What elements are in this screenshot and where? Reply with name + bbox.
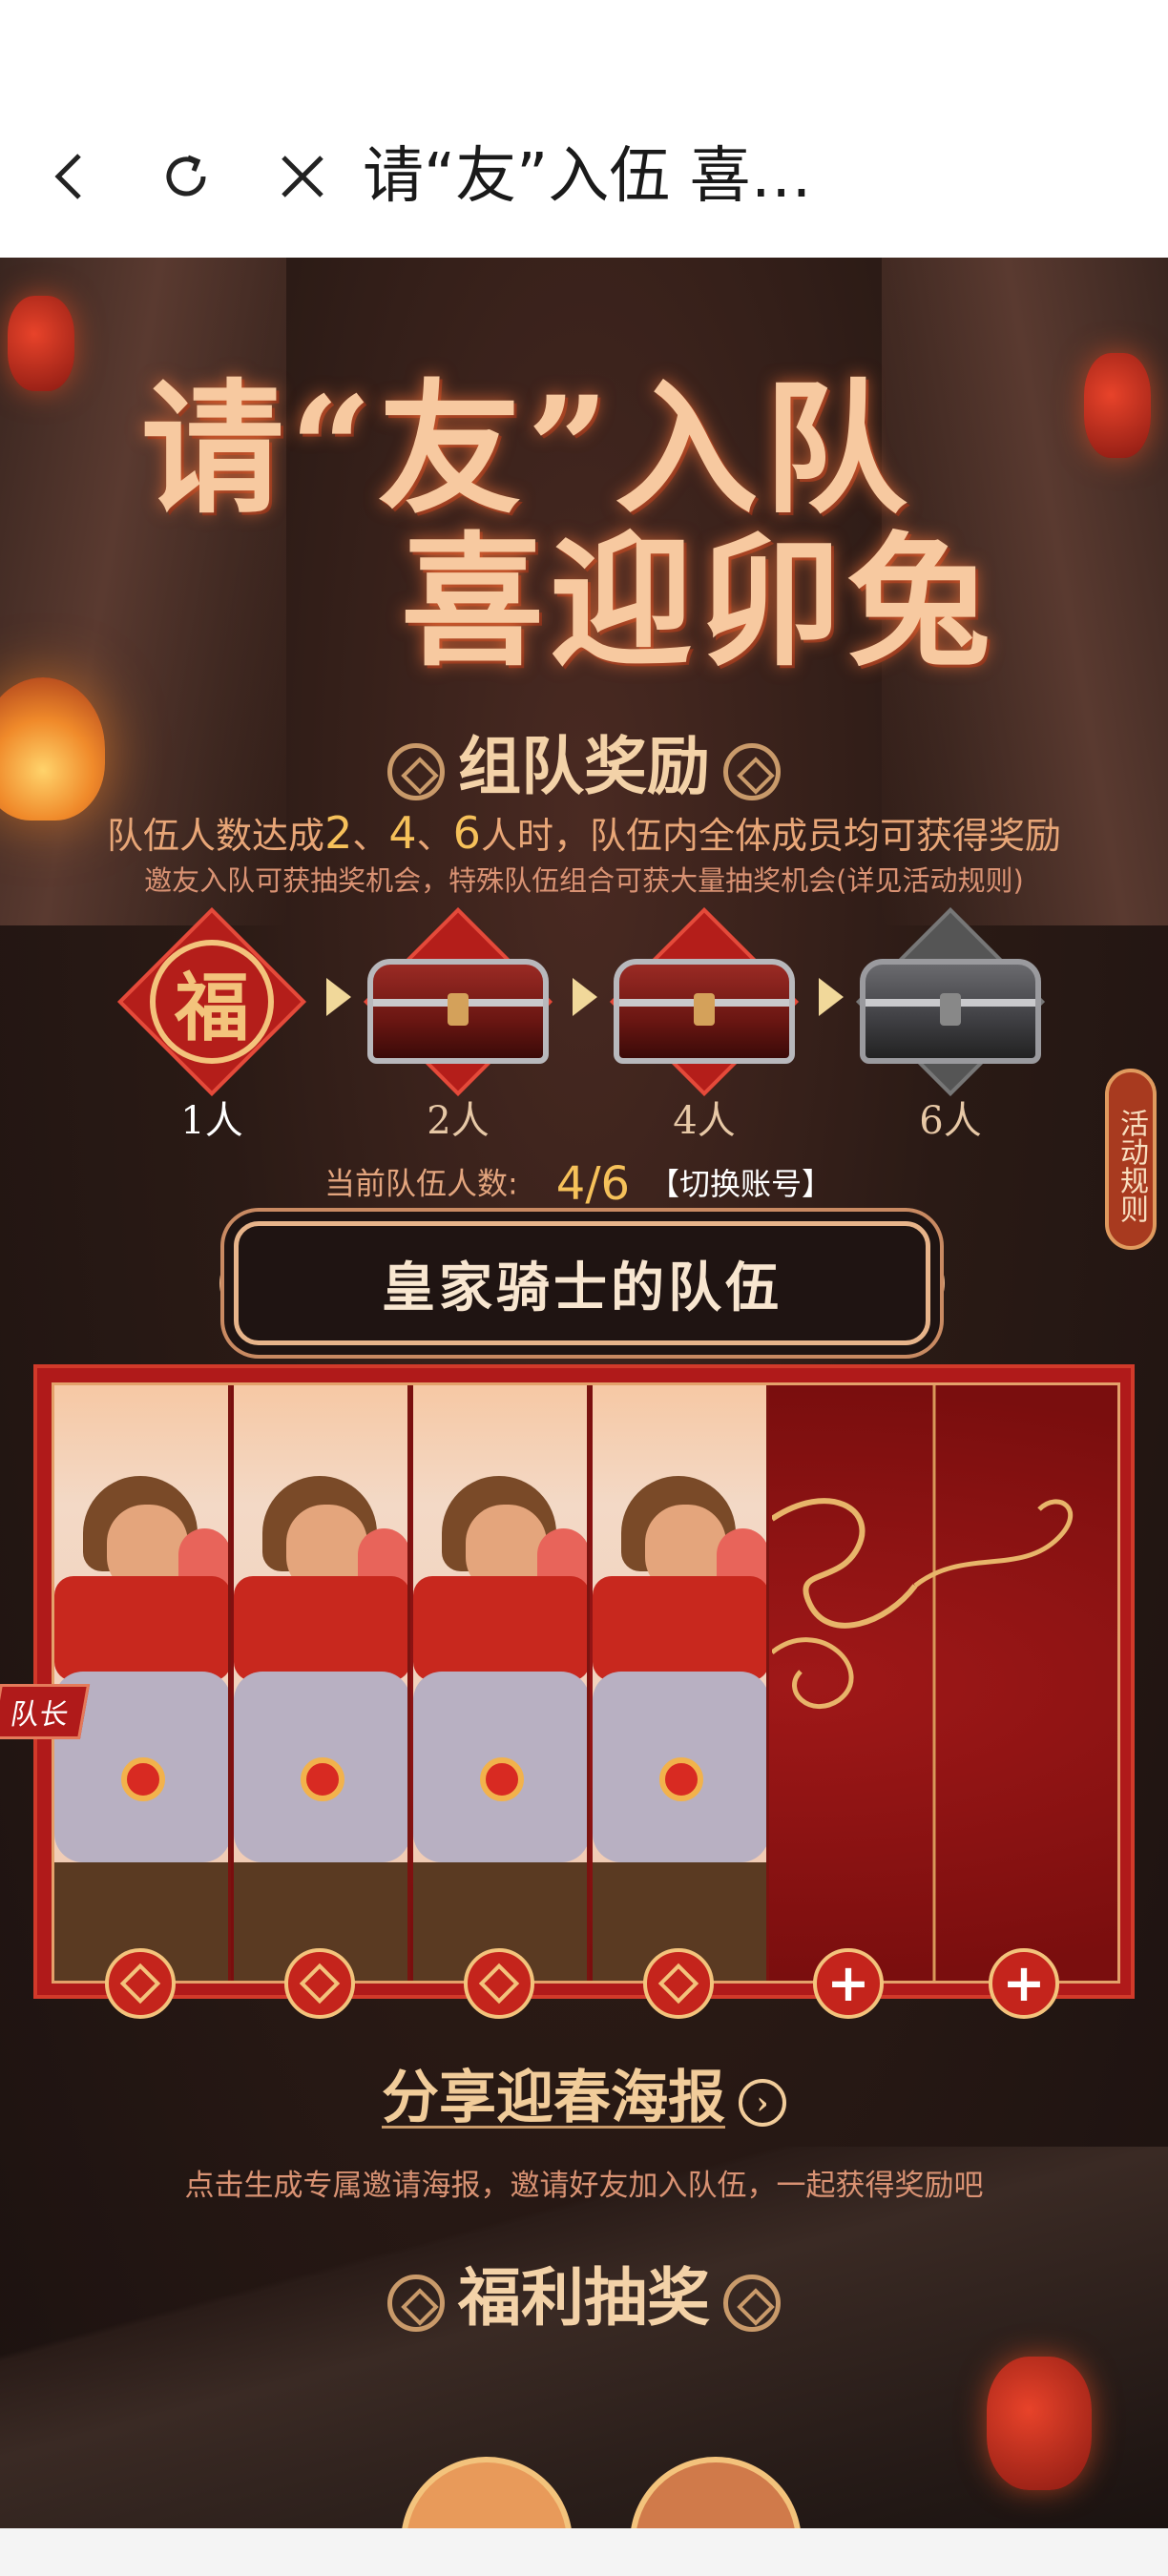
milestone-label: 6人 bbox=[919, 1099, 982, 1143]
red-chest-icon bbox=[367, 959, 549, 1064]
chevron-right-icon bbox=[326, 978, 351, 1016]
team-slots bbox=[52, 1382, 1120, 1984]
hero-title-line2: 喜迎卯兔 bbox=[400, 518, 996, 686]
coin-ornament-icon bbox=[387, 743, 445, 800]
team-reward-subtext: 邀友入队可获抽奖机会，特殊队伍组合可获大量抽奖机会(详见活动规则) bbox=[144, 864, 1024, 897]
red-chest-icon bbox=[614, 959, 795, 1064]
page-title: 请“友”入伍 喜… bbox=[363, 141, 812, 212]
member-scarf bbox=[593, 1576, 766, 1681]
member-gem bbox=[659, 1757, 703, 1801]
empty-slots-area[interactable] bbox=[770, 1385, 1120, 1981]
slot-coin-button-4[interactable] bbox=[643, 1948, 714, 2019]
add-member-button-6[interactable]: + bbox=[989, 1948, 1059, 2019]
coin-ornament-icon bbox=[723, 2275, 781, 2332]
browser-top-bar: 请“友”入伍 喜… bbox=[0, 0, 1168, 258]
fu-badge-icon: 福 bbox=[150, 940, 274, 1064]
milestone-6[interactable]: 6人 bbox=[855, 907, 1046, 1145]
member-gem bbox=[121, 1757, 165, 1801]
close-button[interactable] bbox=[260, 134, 345, 219]
team-count-value: 4/6 bbox=[555, 1156, 631, 1211]
reward-threshold-6: 6 bbox=[452, 807, 481, 859]
lottery-heading: 福利抽奖 bbox=[0, 2247, 1168, 2338]
milestone-label: 4人 bbox=[673, 1099, 736, 1143]
add-member-button-5[interactable]: + bbox=[813, 1948, 884, 2019]
slot-coin-button-1[interactable] bbox=[105, 1948, 176, 2019]
reward-desc-suffix: 人时，队伍内全体成员均可获得奖励 bbox=[480, 815, 1061, 857]
reward-separator: 、 bbox=[416, 815, 453, 857]
milestone-1[interactable]: 福 1人 bbox=[116, 907, 307, 1145]
coin-ornament-icon bbox=[723, 743, 781, 800]
reward-threshold-2: 2 bbox=[324, 807, 353, 859]
member-slot-4[interactable] bbox=[593, 1385, 769, 1981]
team-members-panel bbox=[33, 1364, 1135, 1999]
coin-icon bbox=[299, 1963, 341, 2005]
team-reward-description: 队伍人数达成2、4、6人时，队伍内全体成员均可获得奖励 bbox=[0, 806, 1168, 859]
lottery-items-preview bbox=[401, 2457, 821, 2528]
share-underline bbox=[382, 2126, 725, 2129]
milestone-label: 1人 bbox=[180, 1099, 243, 1143]
silver-chest-icon bbox=[860, 959, 1041, 1064]
slot-coin-button-3[interactable] bbox=[464, 1948, 534, 2019]
reward-desc-prefix: 队伍人数达成 bbox=[107, 815, 325, 857]
event-page: 请“友”入队 喜迎卯兔 组队奖励 队伍人数达成2、4、6人时，队伍内全体成员均可… bbox=[0, 258, 1168, 2528]
member-slot-3[interactable] bbox=[413, 1385, 590, 1981]
reload-icon bbox=[166, 155, 206, 197]
captain-tag: 队长 bbox=[0, 1684, 91, 1739]
coin-icon bbox=[119, 1963, 161, 2005]
bottom-bar bbox=[0, 2528, 1168, 2576]
reward-separator: 、 bbox=[352, 815, 389, 857]
member-gem bbox=[480, 1757, 524, 1801]
plus-icon: + bbox=[1002, 1953, 1046, 2013]
chevron-right-icon bbox=[573, 978, 597, 1016]
back-button[interactable] bbox=[29, 134, 115, 219]
back-arrow-icon bbox=[54, 154, 81, 199]
member-gem bbox=[301, 1757, 344, 1801]
team-name-banner: 皇家骑士的队伍 bbox=[234, 1221, 930, 1345]
member-scarf bbox=[234, 1576, 407, 1681]
reload-button[interactable] bbox=[143, 134, 229, 219]
lottery-item-icon[interactable] bbox=[630, 2457, 802, 2528]
share-poster-link[interactable]: 分享迎春海报 › bbox=[0, 2051, 1168, 2134]
share-poster-description: 点击生成专属邀请海报，邀请好友加入队伍，一起获得奖励吧 bbox=[184, 2169, 984, 2203]
milestone-4[interactable]: 4人 bbox=[609, 907, 800, 1145]
team-reward-title: 组队奖励 bbox=[458, 729, 710, 803]
chevron-right-icon bbox=[819, 978, 844, 1016]
lantern-icon bbox=[987, 2357, 1092, 2490]
team-name: 皇家骑士的队伍 bbox=[382, 1257, 782, 1319]
member-scarf bbox=[413, 1576, 587, 1681]
share-poster-title: 分享迎春海报 bbox=[382, 2065, 725, 2131]
plus-icon: + bbox=[826, 1953, 870, 2013]
switch-account-link[interactable]: 【切换账号】 bbox=[649, 1166, 832, 1202]
member-slot-1[interactable] bbox=[54, 1385, 231, 1981]
team-count-row: 当前队伍人数: 4/6 【切换账号】 bbox=[324, 1150, 832, 1216]
golden-cloud-ornament-icon bbox=[770, 1385, 1074, 1981]
reward-milestones: 福 1人 2人 4人 6人 bbox=[0, 907, 1168, 1154]
reward-threshold-4: 4 bbox=[388, 807, 417, 859]
member-scarf bbox=[54, 1576, 228, 1681]
milestone-label: 2人 bbox=[427, 1099, 490, 1143]
lottery-item-icon[interactable] bbox=[401, 2457, 573, 2528]
member-slot-2[interactable] bbox=[234, 1385, 410, 1981]
coin-icon bbox=[657, 1963, 699, 2005]
slot-coin-button-2[interactable] bbox=[284, 1948, 355, 2019]
coin-ornament-icon bbox=[387, 2275, 445, 2332]
team-reward-heading: 组队奖励 bbox=[0, 716, 1168, 807]
activity-rules-tab[interactable]: 活动规则 bbox=[1105, 1069, 1157, 1250]
team-count-label: 当前队伍人数: bbox=[324, 1165, 518, 1202]
coin-icon bbox=[478, 1963, 520, 2005]
lottery-title: 福利抽奖 bbox=[458, 2260, 710, 2335]
chevron-right-circle-icon: › bbox=[739, 2078, 786, 2127]
milestone-2[interactable]: 2人 bbox=[363, 907, 553, 1145]
close-icon bbox=[282, 156, 323, 197]
